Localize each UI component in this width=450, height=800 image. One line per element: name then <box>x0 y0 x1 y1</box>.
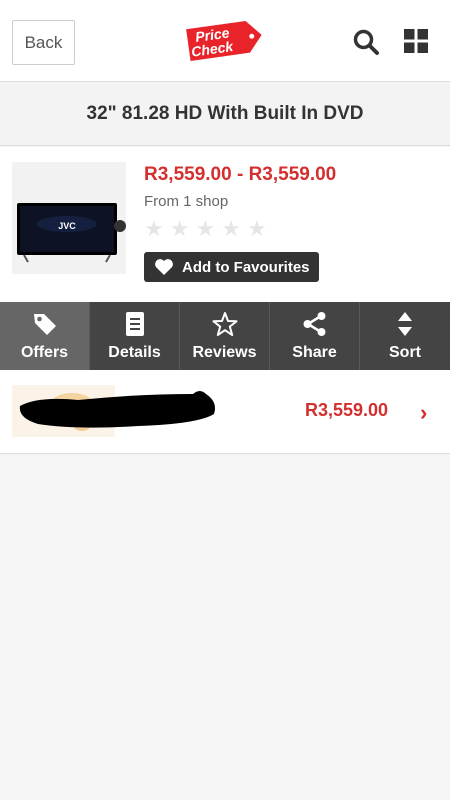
document-icon <box>125 312 144 336</box>
star-outline-icon <box>212 312 237 336</box>
tab-details[interactable]: Details <box>90 302 180 370</box>
price-range: R3,559.00 - R3,559.00 <box>144 164 337 185</box>
tab-offers[interactable]: Offers <box>0 302 90 370</box>
sort-icon <box>398 312 412 336</box>
favourite-label: Add to Favourites <box>182 258 310 276</box>
tab-label: Offers <box>20 344 69 361</box>
shop-count: From 1 shop <box>144 193 229 210</box>
star-icon: ★ <box>144 216 164 241</box>
page-title: 32" 81.28 HD With Built In DVD <box>0 82 450 146</box>
search-icon[interactable] <box>352 28 380 56</box>
product-image[interactable]: JVC <box>12 162 126 274</box>
chevron-right-icon[interactable]: › <box>420 400 427 426</box>
grid-view-icon[interactable] <box>404 29 428 53</box>
redaction-mark <box>19 391 216 428</box>
tab-label: Details <box>108 344 161 361</box>
share-icon <box>303 312 325 336</box>
star-icon: ★ <box>169 216 190 241</box>
star-icon: ★ <box>246 216 267 241</box>
app-header: Back Price Check <box>0 0 450 82</box>
tag-icon <box>33 314 56 335</box>
add-to-favourites-button[interactable]: Add to Favourites <box>144 252 319 282</box>
star-icon: ★ <box>195 216 216 241</box>
tab-bar: Offers Details Reviews Share Sort <box>0 302 450 370</box>
star-icon: ★ <box>221 216 241 241</box>
rating-stars: ★ ★ ★ ★ ★ <box>144 218 267 240</box>
offer-price: R3,559.00 <box>305 400 389 420</box>
tab-label: Sort <box>389 344 421 361</box>
heart-icon <box>155 259 173 275</box>
price-check-logo[interactable]: Price Check <box>184 16 266 64</box>
tab-label: Reviews <box>192 344 257 361</box>
tab-sort[interactable]: Sort <box>360 302 450 370</box>
tab-share[interactable]: Share <box>270 302 360 370</box>
back-button[interactable]: Back <box>12 20 75 65</box>
tab-reviews[interactable]: Reviews <box>180 302 270 370</box>
tab-label: Share <box>292 344 337 361</box>
tv-brand-text: JVC <box>58 221 76 231</box>
